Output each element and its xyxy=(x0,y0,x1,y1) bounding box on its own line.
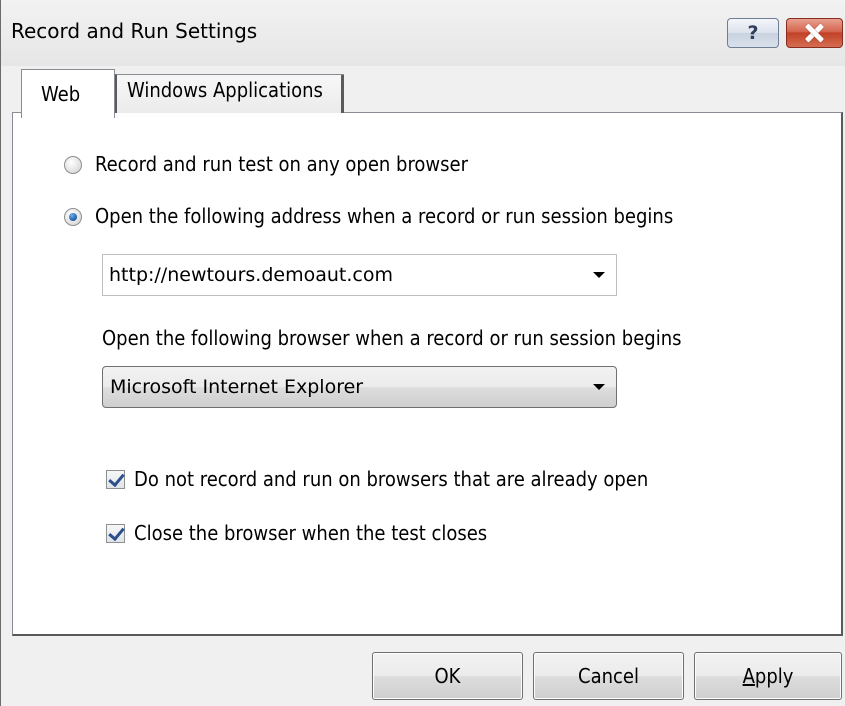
checkmark-icon xyxy=(108,469,125,488)
radio-any-open-browser-label[interactable]: Record and run test on any open browser xyxy=(95,152,468,176)
ok-button-label: OK xyxy=(434,664,461,688)
close-icon xyxy=(804,24,826,42)
ok-button[interactable]: OK xyxy=(372,652,523,700)
help-icon: ? xyxy=(747,22,759,44)
checkbox-already-open[interactable] xyxy=(106,469,125,489)
chevron-down-icon[interactable] xyxy=(593,272,605,278)
cancel-button[interactable]: Cancel xyxy=(533,652,684,700)
browser-value: Microsoft Internet Explorer xyxy=(110,376,364,398)
help-button[interactable]: ? xyxy=(727,18,779,48)
tab-windows-applications[interactable]: Windows Applications xyxy=(115,74,344,113)
apply-button[interactable]: Apply xyxy=(694,652,842,700)
cancel-button-label: Cancel xyxy=(578,664,639,688)
address-combobox[interactable]: http://newtours.demoaut.com xyxy=(102,254,617,296)
window-title: Record and Run Settings xyxy=(11,19,258,43)
close-button[interactable] xyxy=(786,18,843,48)
checkbox-close-browser-label[interactable]: Close the browser when the test closes xyxy=(134,521,487,545)
browser-dropdown[interactable]: Microsoft Internet Explorer xyxy=(102,366,617,408)
apply-label-rest: pply xyxy=(754,664,794,688)
browser-section-label: Open the following browser when a record… xyxy=(102,326,682,350)
radio-open-address-label[interactable]: Open the following address when a record… xyxy=(95,204,673,228)
apply-accelerator: A xyxy=(742,664,755,688)
radio-open-address[interactable] xyxy=(64,208,82,226)
address-value[interactable]: http://newtours.demoaut.com xyxy=(109,264,393,286)
radio-any-open-browser[interactable] xyxy=(64,156,82,174)
record-run-settings-dialog: Record and Run Settings ? Web Windows Ap… xyxy=(0,0,845,706)
checkbox-close-browser[interactable] xyxy=(106,523,125,543)
title-bar[interactable]: Record and Run Settings ? xyxy=(1,0,845,66)
checkmark-icon xyxy=(108,523,125,542)
chevron-down-icon xyxy=(593,384,605,390)
apply-button-label: Apply xyxy=(743,664,794,688)
checkbox-already-open-label[interactable]: Do not record and run on browsers that a… xyxy=(134,467,648,491)
tab-web[interactable]: Web xyxy=(21,69,115,118)
